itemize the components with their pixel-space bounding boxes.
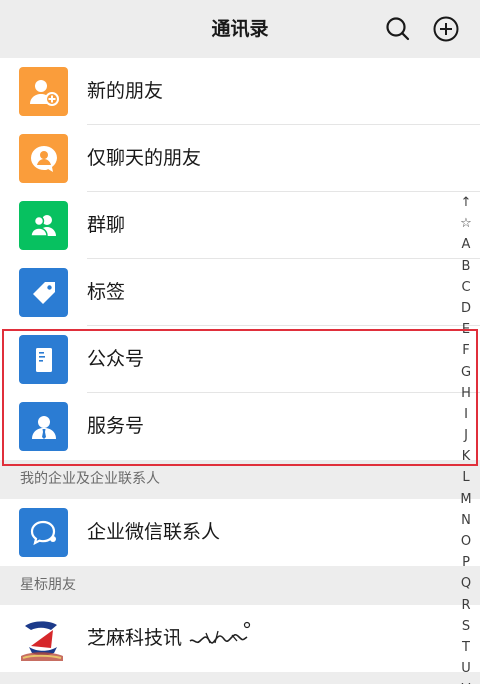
index-letter[interactable]: N <box>452 510 480 531</box>
index-letter[interactable]: P <box>452 552 480 573</box>
index-letter[interactable]: Q <box>452 573 480 594</box>
section-title: 我的企业及企业联系人 <box>20 471 160 487</box>
tag-icon <box>19 268 68 317</box>
nav-bar: 通讯录 <box>0 0 480 58</box>
new-friends-item[interactable]: 新的朋友 <box>0 58 480 125</box>
add-button[interactable] <box>430 13 462 45</box>
official-accounts-item[interactable]: 公众号 <box>0 326 480 393</box>
new-friends-label: 新的朋友 <box>87 80 164 102</box>
index-letter[interactable]: ☆ <box>452 213 480 234</box>
index-letter[interactable]: V <box>452 679 480 684</box>
service-accounts-item[interactable]: 服务号 <box>0 393 480 460</box>
index-letter[interactable]: J <box>452 425 480 446</box>
signature-squiggle <box>189 621 251 644</box>
index-letter[interactable]: R <box>452 595 480 616</box>
index-letter[interactable]: A <box>452 234 480 255</box>
add-circle-icon <box>433 16 459 42</box>
group-chats-item[interactable]: 群聊 <box>0 192 480 259</box>
index-letter[interactable]: E <box>452 319 480 340</box>
index-letter[interactable]: K <box>452 446 480 467</box>
tags-label: 标签 <box>87 281 126 303</box>
index-letter[interactable]: F <box>452 340 480 361</box>
group-chat-icon <box>19 201 68 250</box>
wecom-icon <box>19 508 68 557</box>
starred-list: 芝麻科技讯 <box>0 605 480 672</box>
official-accounts-label: 公众号 <box>87 348 145 370</box>
index-letter[interactable]: H <box>452 383 480 404</box>
official-account-icon <box>19 335 68 384</box>
index-letter[interactable]: D <box>452 298 480 319</box>
index-letter[interactable]: L <box>452 467 480 488</box>
section-title: 星标朋友 <box>20 577 76 593</box>
starred-contact-item[interactable]: 芝麻科技讯 <box>0 605 480 672</box>
service-accounts-label: 服务号 <box>87 415 145 437</box>
index-letter[interactable]: G <box>452 362 480 383</box>
enterprise-list: 企业微信联系人 <box>0 499 480 566</box>
section-header-starred: 星标朋友 <box>0 566 480 605</box>
wecom-contacts-label: 企业微信联系人 <box>87 521 221 543</box>
index-letter[interactable]: C <box>452 277 480 298</box>
contacts-function-list: 新的朋友 仅聊天的朋友 群聊 标签 公众号 服务号 <box>0 58 480 460</box>
chat-only-friend-icon <box>19 134 68 183</box>
service-account-icon <box>19 402 68 451</box>
index-letter[interactable]: I <box>452 404 480 425</box>
tags-item[interactable]: 标签 <box>0 259 480 326</box>
add-friend-icon <box>19 67 68 116</box>
starred-contact-label: 芝麻科技讯 <box>87 627 183 649</box>
group-chats-label: 群聊 <box>87 214 126 236</box>
index-letter[interactable]: M <box>452 489 480 510</box>
index-letter[interactable]: S <box>452 616 480 637</box>
search-button[interactable] <box>382 13 414 45</box>
index-letter[interactable]: O <box>452 531 480 552</box>
index-letter[interactable]: U <box>452 658 480 679</box>
chat-only-friends-item[interactable]: 仅聊天的朋友 <box>0 125 480 192</box>
index-letter[interactable]: B <box>452 256 480 277</box>
index-letter[interactable]: T <box>452 637 480 658</box>
index-letter[interactable]: ↑ <box>452 192 480 213</box>
alphabet-index[interactable]: ↑☆ABCDEFGHIJKLMNOPQRSTUV <box>452 192 480 684</box>
chat-only-friends-label: 仅聊天的朋友 <box>87 147 202 169</box>
wecom-contacts-item[interactable]: 企业微信联系人 <box>0 499 480 566</box>
contact-avatar <box>17 614 66 663</box>
search-icon <box>386 17 410 41</box>
section-header-enterprise: 我的企业及企业联系人 <box>0 460 480 499</box>
